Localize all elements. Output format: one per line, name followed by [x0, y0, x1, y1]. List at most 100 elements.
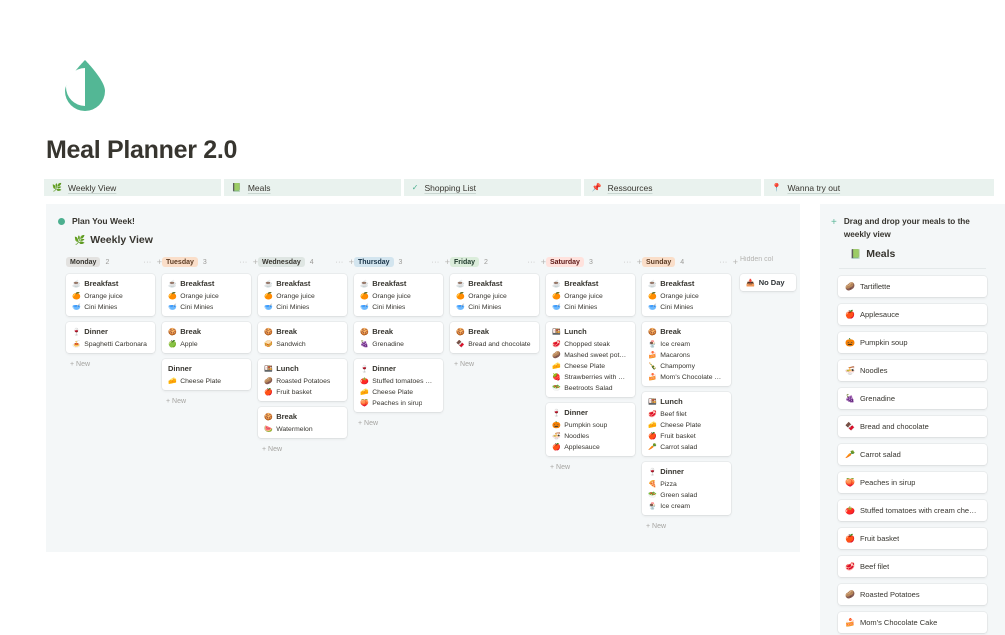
meal-card[interactable]: 🍪 Break 🍉 Watermelon [258, 407, 347, 438]
meal-card-item[interactable]: 🥕 Carrot salad [648, 443, 725, 452]
meal-card[interactable]: 🍪 Break 🥪 Sandwich [258, 322, 347, 353]
meal-card-item[interactable]: 🥩 Chopped steak [552, 340, 629, 349]
meal-card[interactable]: 🍱 Lunch 🥩 Beef filet 🧀 Cheese Plate 🍎 Fruit bas… [642, 392, 731, 456]
column-more-icon[interactable]: ··· [335, 259, 344, 266]
meal-card-item[interactable]: 🥣 Cini Minies [456, 303, 533, 312]
new-card-button[interactable]: + New [162, 396, 258, 407]
meal-card-item[interactable]: 🍾 Champomy [648, 362, 725, 371]
tab-wanna-try-out[interactable]: 📍 Wanna try out [763, 179, 994, 196]
meal-card[interactable]: ☕ Breakfast 🍊 Orange juice 🥣 Cini Minies [546, 274, 635, 316]
meal-card-item[interactable]: 🥣 Cini Minies [72, 303, 149, 312]
new-card-button[interactable]: + New [450, 359, 546, 370]
tab-weekly-view[interactable]: 🌿 Weekly View [44, 179, 221, 196]
meal-card-item[interactable]: 🍕 Pizza [648, 480, 725, 489]
meal-card[interactable]: 🍷 Dinner 🍕 Pizza 🥗 Green salad 🍨 Ice cream [642, 462, 731, 515]
column-more-icon[interactable]: ··· [527, 259, 536, 266]
new-card-button[interactable]: + New [354, 418, 450, 429]
meal-card-item[interactable]: 🥪 Sandwich [264, 340, 341, 349]
meal-card-item[interactable]: 🍊 Orange juice [168, 292, 245, 301]
meal-card-item[interactable]: 🥣 Cini Minies [360, 303, 437, 312]
meal-card-item[interactable]: 🍨 Ice cream [648, 340, 725, 349]
meal-card-item[interactable]: 🍰 Macarons [648, 351, 725, 360]
meal-card[interactable]: Dinner 🧀 Cheese Plate [162, 359, 251, 390]
meal-card[interactable]: ☕ Breakfast 🍊 Orange juice 🥣 Cini Minies [450, 274, 539, 316]
meal-list-item[interactable]: 🍜 Noodles [838, 360, 987, 382]
meal-list-item[interactable]: 🍑 Peaches in sirup [838, 472, 987, 494]
meal-list-item[interactable]: 🍰 Mom's Chocolate Cake [838, 612, 987, 634]
meal-list-item[interactable]: 🎃 Pumpkin soup [838, 332, 987, 354]
column-more-icon[interactable]: ··· [431, 259, 440, 266]
meal-card-item[interactable]: 🧀 Cheese Plate [360, 388, 437, 397]
meal-list-item[interactable]: 🍫 Bread and chocolate [838, 416, 987, 438]
meal-card-item[interactable]: 🍏 Apple [168, 340, 245, 349]
new-card-button[interactable]: + New [546, 462, 642, 473]
column-more-icon[interactable]: ··· [623, 259, 632, 266]
meal-card-item[interactable]: 🍉 Watermelon [264, 425, 341, 434]
meal-card-item[interactable]: 🍝 Spaghetti Carbonara [72, 340, 149, 349]
meal-card-item[interactable]: 🍰 Mom's Chocolate C… [648, 373, 725, 382]
meal-card[interactable]: ☕ Breakfast 🍊 Orange juice 🥣 Cini Minies [642, 274, 731, 316]
meal-card[interactable]: ☕ Breakfast 🍊 Orange juice 🥣 Cini Minies [66, 274, 155, 316]
meal-card-item[interactable]: 🍊 Orange juice [648, 292, 725, 301]
meal-card[interactable]: 🍪 Break 🍇 Grenadine [354, 322, 443, 353]
column-more-icon[interactable]: ··· [143, 259, 152, 266]
meal-card-item[interactable]: 🍨 Ice cream [648, 502, 725, 511]
meal-card-item[interactable]: 🍫 Bread and chocolate [456, 340, 533, 349]
meal-card-item[interactable]: 🍇 Grenadine [360, 340, 437, 349]
meal-card-item[interactable]: 🍊 Orange juice [456, 292, 533, 301]
meal-card-item[interactable]: 🍓 Strawberries with w… [552, 373, 629, 382]
meal-card[interactable]: ☕ Breakfast 🍊 Orange juice 🥣 Cini Minies [162, 274, 251, 316]
tab-shopping-list[interactable]: ✓ Shopping List [403, 179, 581, 196]
meal-card-item[interactable]: 🧀 Cheese Plate [552, 362, 629, 371]
meal-list-item[interactable]: 🥔 Tartiflette [838, 276, 987, 298]
meal-card-item[interactable]: 🍊 Orange juice [264, 292, 341, 301]
meal-card[interactable]: 🍪 Break 🍏 Apple [162, 322, 251, 353]
meal-list-item[interactable]: 🍇 Grenadine [838, 388, 987, 410]
meal-card-item[interactable]: 🥣 Cini Minies [264, 303, 341, 312]
meal-card-item[interactable]: 🥗 Beetroots Salad [552, 384, 629, 393]
column-add-icon[interactable]: + [733, 257, 738, 267]
column-more-icon[interactable]: ··· [239, 259, 248, 266]
meal-card-item[interactable]: 🥩 Beef filet [648, 410, 725, 419]
meal-card-item[interactable]: 🎃 Pumpkin soup [552, 421, 629, 430]
meal-card[interactable]: 🍷 Dinner 🍅 Stuffed tomatoes w… 🧀 Cheese Plate… [354, 359, 443, 412]
new-card-button[interactable]: + New [642, 521, 738, 532]
meal-card[interactable]: 🍪 Break 🍫 Bread and chocolate [450, 322, 539, 353]
meal-card[interactable]: 🍷 Dinner 🍝 Spaghetti Carbonara [66, 322, 155, 353]
meal-card[interactable]: 🍱 Lunch 🥩 Chopped steak 🥔 Mashed sweet pota… 🧀… [546, 322, 635, 397]
meal-card[interactable]: 🍪 Break 🍨 Ice cream 🍰 Macarons 🍾 Champomy 🍰 Mom's… [642, 322, 731, 386]
column-more-icon[interactable]: ··· [719, 259, 728, 266]
meal-card-item[interactable]: 🥣 Cini Minies [552, 303, 629, 312]
meal-list-item[interactable]: 🥕 Carrot salad [838, 444, 987, 466]
meal-card-item[interactable]: 🍊 Orange juice [552, 292, 629, 301]
new-card-button[interactable]: + New [258, 444, 354, 455]
meal-list-item[interactable]: 🥔 Roasted Potatoes [838, 584, 987, 606]
meal-list-item[interactable]: 🍅 Stuffed tomatoes with cream che… [838, 500, 987, 522]
meal-card-item[interactable]: 🧀 Cheese Plate [168, 377, 245, 386]
tab-meals[interactable]: 📗 Meals [223, 179, 401, 196]
meal-card-item[interactable]: 🥣 Cini Minies [168, 303, 245, 312]
add-icon[interactable]: + [831, 216, 837, 241]
new-card-button[interactable]: + New [66, 359, 162, 370]
meal-card-item[interactable]: 🍑 Peaches in sirup [360, 399, 437, 408]
meal-list-item[interactable]: 🥩 Beef filet [838, 556, 987, 578]
no-day-card[interactable]: 📥 No Day [740, 274, 796, 291]
meal-card[interactable]: 🍱 Lunch 🥔 Roasted Potatoes 🍎 Fruit basket [258, 359, 347, 401]
tab-ressources[interactable]: 📌 Ressources [583, 179, 761, 196]
meal-card-item[interactable]: 🍎 Fruit basket [264, 388, 341, 397]
meal-card-item[interactable]: 🥣 Cini Minies [648, 303, 725, 312]
meal-card-item[interactable]: 🍅 Stuffed tomatoes w… [360, 377, 437, 386]
meal-card-item[interactable]: 🍎 Fruit basket [648, 432, 725, 441]
meal-card-item[interactable]: 🥔 Roasted Potatoes [264, 377, 341, 386]
meal-card[interactable]: 🍷 Dinner 🎃 Pumpkin soup 🍜 Noodles 🍎 Applesauce [546, 403, 635, 456]
meal-card-item[interactable]: 🍊 Orange juice [360, 292, 437, 301]
meal-card-item[interactable]: 🍎 Applesauce [552, 443, 629, 452]
meal-card-item[interactable]: 🥗 Green salad [648, 491, 725, 500]
meal-card-item[interactable]: 🍜 Noodles [552, 432, 629, 441]
meal-card-item[interactable]: 🥔 Mashed sweet pota… [552, 351, 629, 360]
meal-list-item[interactable]: 🍎 Fruit basket [838, 528, 987, 550]
meal-list-item[interactable]: 🍎 Applesauce [838, 304, 987, 326]
meal-card-item[interactable]: 🧀 Cheese Plate [648, 421, 725, 430]
meal-card[interactable]: ☕ Breakfast 🍊 Orange juice 🥣 Cini Minies [354, 274, 443, 316]
meal-card[interactable]: ☕ Breakfast 🍊 Orange juice 🥣 Cini Minies [258, 274, 347, 316]
